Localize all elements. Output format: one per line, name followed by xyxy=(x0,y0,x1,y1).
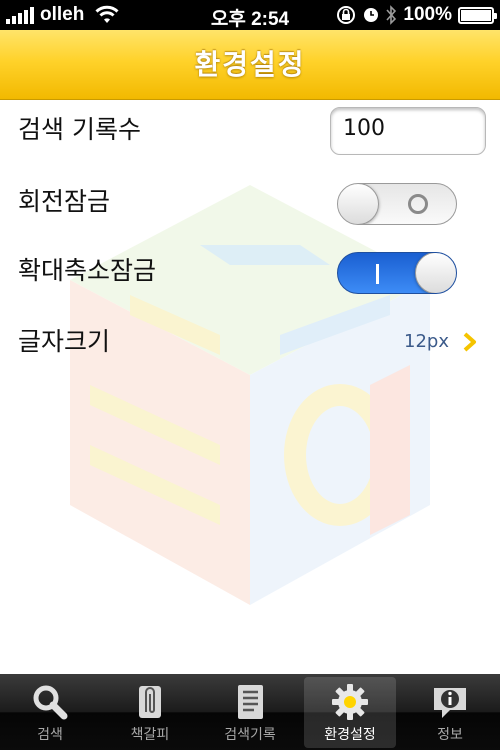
toggle-knob[interactable] xyxy=(338,184,379,224)
tab-bookmark[interactable]: 책갈피 xyxy=(100,674,200,750)
tab-label: 검색 xyxy=(37,727,63,743)
zoom-lock-toggle[interactable] xyxy=(337,252,457,294)
tab-label: 책갈피 xyxy=(130,727,170,743)
tab-label: 환경설정 xyxy=(324,727,376,743)
search-icon xyxy=(33,685,68,720)
setting-zoom-lock: 확대축소잠금 xyxy=(0,241,500,301)
rotation-lock-label: 회전잠금 xyxy=(18,187,111,216)
battery-percent: 100% xyxy=(403,4,452,25)
tab-info[interactable]: 정보 xyxy=(400,674,500,750)
tab-search[interactable]: 검색 xyxy=(0,674,100,750)
setting-search-history: 검색 기록수 100 xyxy=(0,100,500,160)
tab-label: 검색기록 xyxy=(224,727,276,743)
gear-icon xyxy=(332,684,368,720)
toggle-knob[interactable] xyxy=(415,253,456,293)
chevron-right-icon[interactable] xyxy=(462,332,478,352)
settings-content: 검색 기록수 100 회전잠금 확대축소잠금 글자크기 12px xyxy=(0,100,500,674)
tab-search-history[interactable]: 검색기록 xyxy=(200,674,300,750)
toggle-off-mark xyxy=(408,194,428,214)
rotation-lock-icon xyxy=(337,6,356,24)
paperclip-icon xyxy=(139,686,161,718)
zoom-lock-label: 확대축소잠금 xyxy=(18,256,157,285)
alarm-icon xyxy=(364,8,379,22)
status-right: 100% xyxy=(335,4,497,26)
font-size-value: 12px xyxy=(404,331,449,352)
rotation-lock-toggle[interactable] xyxy=(337,183,457,225)
toggle-on-mark xyxy=(376,264,379,284)
page-title: 환경설정 xyxy=(194,48,306,81)
status-bar: olleh 오후 2:54 100% xyxy=(0,0,500,30)
tab-settings[interactable]: 환경설정 xyxy=(300,674,400,750)
search-history-input[interactable]: 100 xyxy=(330,107,486,155)
info-icon xyxy=(434,688,466,718)
tab-bar: 검색 책갈피 검색기록 환경설정 정보 xyxy=(0,674,500,750)
battery-icon xyxy=(458,6,497,24)
notebook-icon xyxy=(238,685,263,719)
navigation-bar: 환경설정 xyxy=(0,30,500,100)
setting-font-size[interactable]: 글자크기 12px xyxy=(0,312,500,372)
font-size-label: 글자크기 xyxy=(18,327,111,356)
setting-rotation-lock: 회전잠금 xyxy=(0,172,500,232)
tab-label: 정보 xyxy=(437,727,463,743)
search-history-label: 검색 기록수 xyxy=(18,115,141,144)
bluetooth-icon xyxy=(386,5,397,25)
